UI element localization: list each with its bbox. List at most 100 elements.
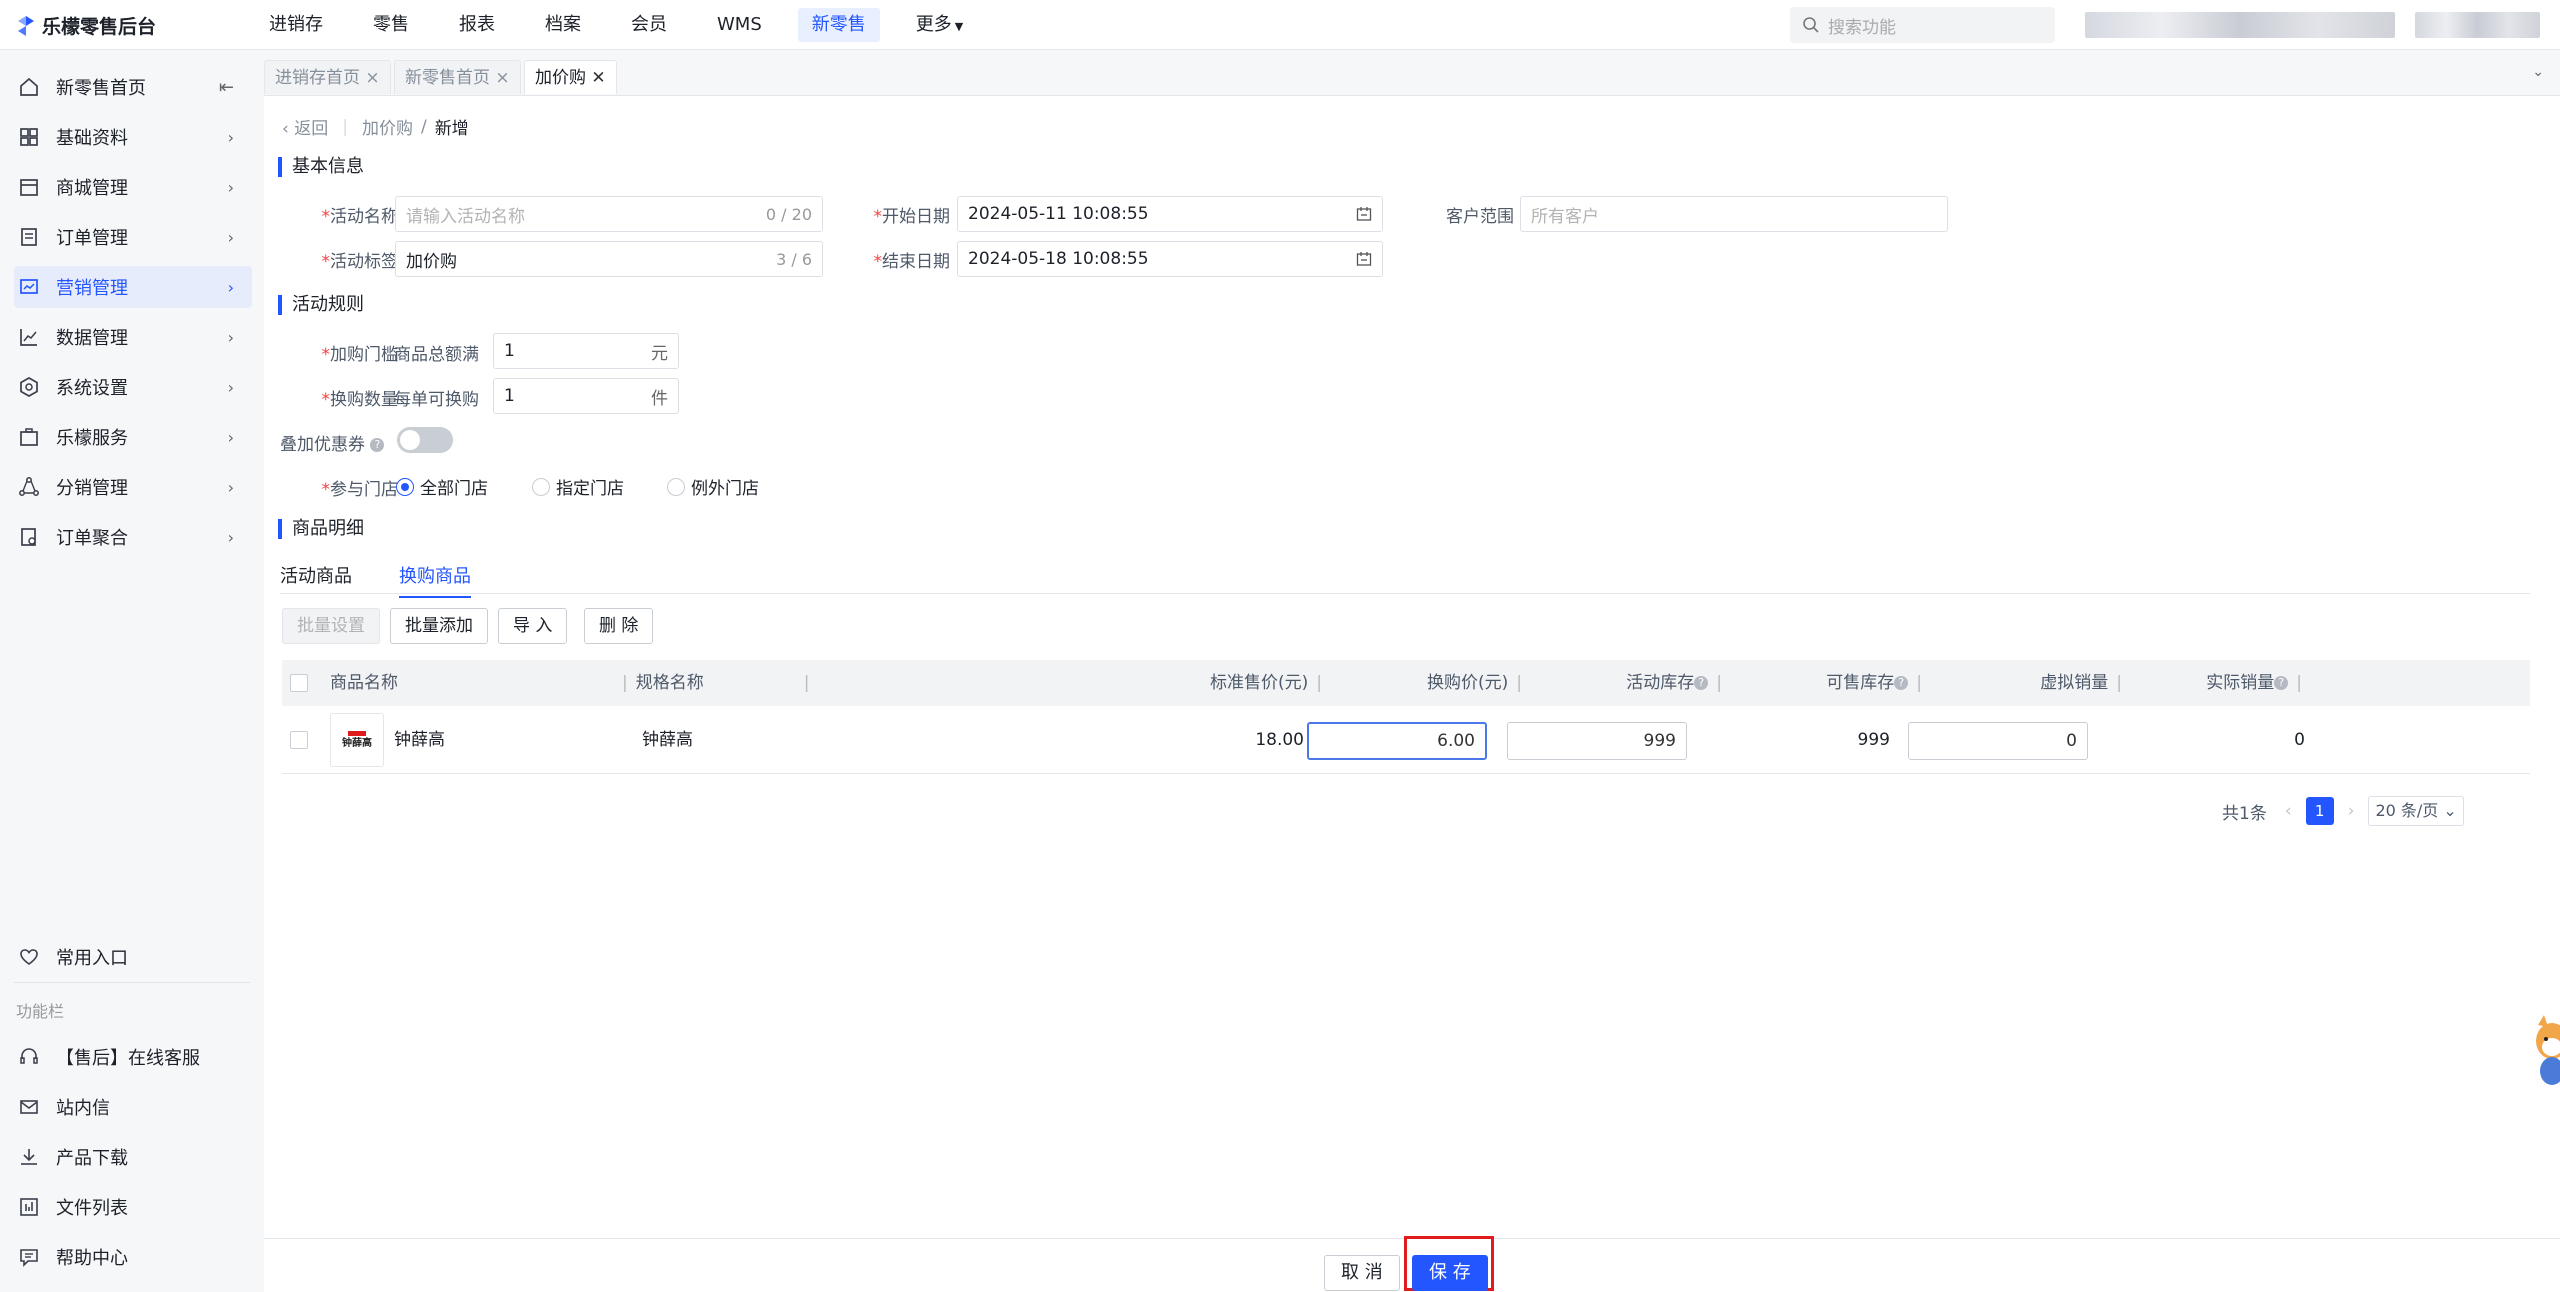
close-icon[interactable]: ×	[495, 68, 509, 88]
customer-scope-select[interactable]: 所有客户	[1520, 196, 1948, 232]
store-icon	[20, 179, 38, 196]
nav-item-new-retail[interactable]: 新零售	[797, 8, 880, 42]
question-icon[interactable]: ?	[2274, 676, 2289, 690]
delete-button[interactable]: 删 除	[584, 608, 654, 644]
pager-prev-icon[interactable]: ‹	[2285, 801, 2292, 821]
start-date-picker[interactable]: 2024-05-11 10:08:55	[957, 196, 1383, 232]
sidebar-item-basic-data[interactable]: 基础资料 ›	[14, 116, 252, 158]
question-icon[interactable]: ?	[370, 438, 385, 452]
end-date-picker[interactable]: 2024-05-18 10:08:55	[957, 241, 1383, 277]
radio-specified-stores[interactable]: 指定门店	[532, 474, 624, 499]
nav-item-retail[interactable]: 零售	[359, 8, 423, 42]
app-logo[interactable]: 乐檬零售后台	[16, 12, 156, 39]
tab-label: 进销存首页	[275, 68, 360, 88]
save-button[interactable]: 保 存	[1412, 1255, 1488, 1291]
mascot-graphic	[2536, 1015, 2560, 1085]
nav-more-label: 更多	[915, 14, 952, 35]
row-checkbox[interactable]	[290, 731, 308, 749]
sidebar-tool-customer-service[interactable]: 【售后】在线客服	[14, 1036, 252, 1078]
mascot-icon[interactable]	[2530, 1011, 2560, 1091]
activity-tag-label: *活动标签	[304, 247, 399, 272]
goods-table-header: 商品名称 | 规格名称 | 标准售价(元) | 换购价(元) | 活动库存? | 可售库存…	[282, 660, 2530, 706]
import-button[interactable]: 导 入	[498, 608, 568, 644]
activity-name-label: *活动名称	[304, 202, 399, 227]
batch-settings-button[interactable]: 批量设置	[282, 608, 380, 644]
col-divider: |	[622, 673, 628, 693]
radio-excluded-stores[interactable]: 例外门店	[667, 474, 759, 499]
sidebar-item-new-retail-home[interactable]: 新零售首页 ⇤	[14, 66, 252, 108]
collapse-sidebar-icon[interactable]: ⇤	[219, 77, 234, 98]
close-icon[interactable]: ×	[365, 68, 379, 88]
nav-item-reports[interactable]: 报表	[445, 8, 509, 42]
radio-all-stores[interactable]: 全部门店	[396, 474, 488, 499]
customer-scope-label: 客户范围	[1446, 207, 1514, 227]
cancel-button[interactable]: 取 消	[1324, 1255, 1400, 1291]
customer-scope-placeholder: 所有客户	[1531, 206, 1599, 227]
sidebar-item-data[interactable]: 数据管理 ›	[14, 316, 252, 358]
activity-name-input[interactable]: 请输入活动名称 0 / 20	[395, 196, 823, 232]
sidebar-item-distribution[interactable]: 分销管理 ›	[14, 466, 252, 508]
table-row: 钟薛高 钟薛高 钟薛高 18.00 6.00 999 999 0 0	[282, 706, 2530, 774]
sidebar-item-mall[interactable]: 商城管理 ›	[14, 166, 252, 208]
close-icon[interactable]: ✕	[591, 68, 605, 88]
pager-page-1[interactable]: 1	[2305, 797, 2334, 825]
radio-dot	[396, 477, 414, 496]
radio-label: 指定门店	[556, 479, 624, 499]
sidebar-item-marketing[interactable]: 营销管理 ›	[14, 266, 252, 308]
batch-add-button[interactable]: 批量添加	[390, 608, 488, 644]
nav-item-wms[interactable]: WMS	[703, 8, 776, 42]
sidebar-tool-download[interactable]: 产品下载	[14, 1136, 252, 1178]
threshold-input[interactable]: 1 元	[493, 333, 679, 369]
activity-stock-input[interactable]: 999	[1507, 722, 1687, 760]
sidebar-tool-file-list[interactable]: 文件列表	[14, 1186, 252, 1228]
radio-dot	[532, 477, 550, 496]
select-all-checkbox[interactable]	[290, 674, 308, 692]
chevron-right-icon: ›	[227, 277, 234, 297]
sidebar-tool-messages[interactable]: 站内信	[14, 1086, 252, 1128]
breadcrumb-current: 新增	[434, 119, 469, 139]
nav-item-archive[interactable]: 档案	[531, 8, 595, 42]
end-date-label-text: 结束日期	[882, 252, 950, 272]
search-box[interactable]: 搜索功能	[1790, 7, 2055, 43]
activity-tag-input[interactable]: 加价购 3 / 6	[395, 241, 823, 277]
cell-sellable-stock: 999	[1857, 730, 1890, 750]
threshold-unit: 元	[651, 343, 668, 364]
virtual-sales-input[interactable]: 0	[1908, 722, 2088, 760]
chevron-right-icon: ›	[227, 377, 234, 397]
required-mark: *	[873, 207, 883, 227]
stores-label-text: 参与门店	[330, 480, 398, 500]
sidebar-item-order-aggregate[interactable]: 订单聚合 ›	[14, 516, 252, 558]
briefcase-icon	[20, 428, 38, 446]
sidebar-item-orders[interactable]: 订单管理 ›	[14, 216, 252, 258]
user-info-blurred[interactable]	[2085, 12, 2395, 38]
threshold-label-text: 加购门槛	[330, 345, 398, 365]
nav-item-members[interactable]: 会员	[617, 8, 681, 42]
tab-inventory-home[interactable]: 进销存首页 ×	[264, 60, 391, 94]
sidebar-item-favorites[interactable]: 常用入口	[14, 936, 252, 978]
stack-coupon-toggle[interactable]	[397, 427, 453, 453]
back-button[interactable]: ‹ 返回	[282, 114, 328, 139]
sidebar-tool-help[interactable]: 帮助中心	[14, 1236, 252, 1278]
page-size-select[interactable]: 20 条/页 ⌄	[2368, 796, 2464, 826]
swap-qty-prefix: 每单可换购	[394, 390, 479, 410]
tabs-dropdown-icon[interactable]: ⌄	[2532, 64, 2544, 80]
mail-icon	[20, 1100, 38, 1114]
account-blurred[interactable]	[2415, 12, 2540, 38]
nav-item-inventory[interactable]: 进销存	[255, 8, 337, 42]
sidebar-tool-label: 【售后】在线客服	[56, 1048, 200, 1069]
pager-next-icon[interactable]: ›	[2348, 801, 2355, 821]
tab-new-retail-home[interactable]: 新零售首页 ×	[394, 60, 521, 94]
start-date-label: *开始日期	[864, 202, 951, 227]
sidebar-item-service[interactable]: 乐檬服务 ›	[14, 416, 252, 458]
swap-qty-input[interactable]: 1 件	[493, 378, 679, 414]
sidebar-item-settings[interactable]: 系统设置 ›	[14, 366, 252, 408]
chevron-right-icon: ›	[227, 527, 234, 547]
tab-activity-goods[interactable]: 活动商品	[280, 562, 352, 596]
breadcrumb-parent[interactable]: 加价购	[362, 114, 413, 139]
swap-price-input[interactable]: 6.00	[1307, 722, 1487, 760]
sidebar-item-label: 分销管理	[56, 478, 128, 499]
section-basic-info: 基本信息	[278, 157, 364, 177]
tab-add-on-purchase[interactable]: 加价购 ✕	[524, 60, 617, 94]
function-caption: 功能栏	[16, 1002, 65, 1021]
nav-item-more[interactable]: 更多 ▼	[902, 8, 977, 42]
